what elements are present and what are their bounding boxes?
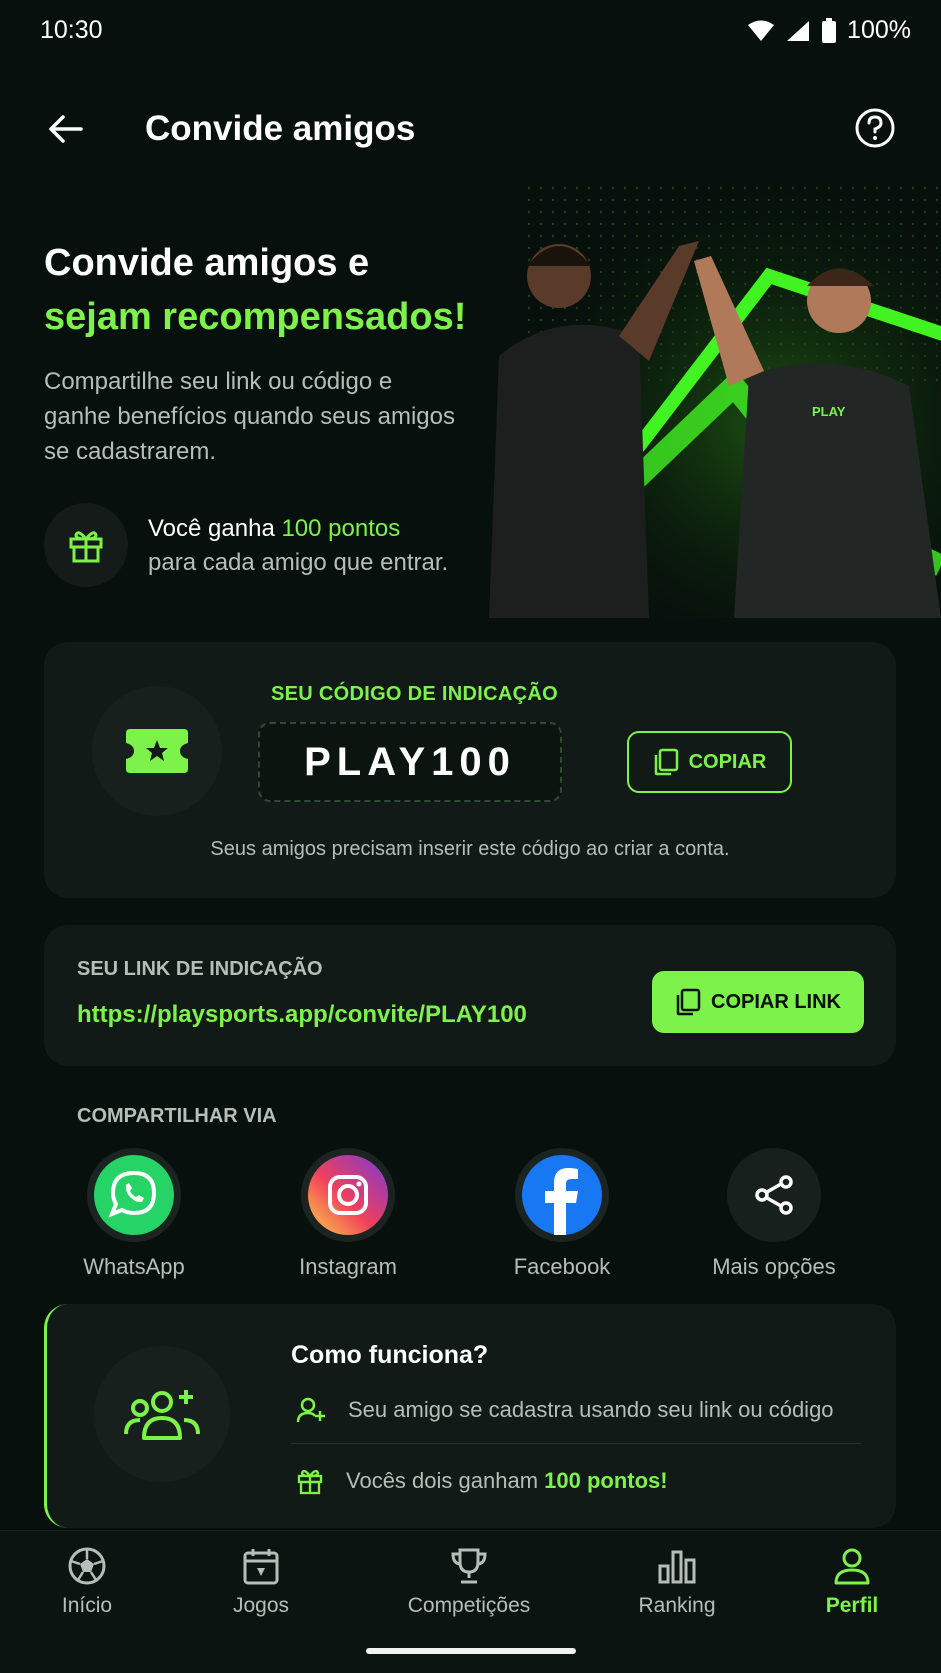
share-instagram[interactable]: Instagram [248,1148,448,1280]
hero-title-line2: sejam recompensados! [44,296,467,338]
ticket-icon-circle [92,686,222,816]
share-name: Instagram [299,1254,397,1279]
shirt-logo-text: PLAY [812,404,846,419]
copy-link-label: COPIAR LINK [711,990,841,1013]
hero-description: Compartilhe seu link ou código e ganhe b… [44,368,455,465]
how-step-2-points: 100 pontos! [544,1468,668,1493]
wifi-icon [748,20,775,41]
gift-icon [69,531,103,563]
how-title: Como funciona? [291,1341,489,1369]
nav-label: Ranking [638,1594,716,1617]
share-whatsapp[interactable]: WhatsApp [34,1148,234,1280]
signal-icon [787,20,810,41]
nav-label: Início [61,1594,113,1617]
referral-link[interactable]: https://playsports.app/convite/PLAY100 [77,1001,527,1029]
copy-code-label: COPIAR [688,750,767,773]
help-button[interactable] [853,106,897,150]
battery-icon [822,17,837,43]
status-indicators: 100% [747,16,911,45]
nav-item-ranking[interactable]: Ranking [631,1546,723,1618]
add-group-icon [124,1390,200,1440]
share-facebook[interactable]: Facebook [462,1148,662,1280]
how-step-2-prefix: Vocês dois ganham [346,1468,545,1493]
ticket-star-icon [126,729,188,773]
share-label: COMPARTILHAR VIA [77,1105,277,1127]
nav-item-inicio[interactable]: Início [47,1546,127,1618]
nav-label: Jogos [232,1594,290,1617]
arrow-left-icon [49,115,83,143]
code-label: SEU CÓDIGO DE INDICAÇÃO [271,683,558,705]
status-time: 10:30 [40,16,103,44]
link-label: SEU LINK DE INDICAÇÃO [77,958,323,980]
instagram-icon [308,1155,388,1235]
nav-label: Competições [407,1594,531,1617]
how-step-1: Seu amigo se cadastra usando seu link ou… [296,1396,834,1424]
whatsapp-icon [94,1155,174,1235]
copy-code-button[interactable]: COPIAR [627,731,792,793]
trophy-icon [451,1548,487,1584]
hero-title: Convide amigos e sejam recompensados! [44,236,466,344]
share-name: Mais opções [712,1254,836,1279]
user-plus-icon [296,1397,325,1423]
question-circle-icon [855,108,895,148]
reward-prefix: Você ganha [148,515,282,542]
user-icon [834,1548,870,1585]
share-name: WhatsApp [83,1254,185,1279]
soccer-ball-icon [68,1547,106,1585]
hero-title-line1: Convide amigos e [44,242,370,284]
divider [291,1443,861,1444]
nav-label: Perfil [825,1594,879,1617]
share-name: Facebook [513,1254,611,1279]
code-hint: Seus amigos precisam inserir este código… [210,838,730,860]
gift-icon [297,1469,323,1495]
home-indicator[interactable] [366,1648,576,1654]
hero-image: PLAY [479,186,941,618]
copy-link-button[interactable]: COPIAR LINK [652,971,864,1033]
share-icon [755,1175,793,1215]
share-more-options[interactable]: Mais opções [674,1148,874,1280]
reward-icon-circle [44,503,128,587]
reward-points: 100 pontos [281,515,401,542]
copy-icon [676,988,701,1016]
bar-chart-icon [658,1550,696,1584]
facebook-icon [522,1155,602,1235]
battery-percent: 100% [847,16,911,44]
reward-text: Você ganha 100 pontos para cada amigo qu… [148,512,448,580]
group-icon-circle [94,1346,230,1482]
back-button[interactable] [40,104,90,154]
reward-suffix: para cada amigo que entrar. [148,549,449,576]
how-step-2: Vocês dois ganham 100 pontos! [296,1467,668,1495]
calendar-icon [243,1549,279,1585]
referral-code[interactable]: PLAY100 [258,722,562,802]
page-title: Convide amigos [145,109,416,148]
nav-item-jogos[interactable]: Jogos [221,1546,301,1618]
nav-item-perfil[interactable]: Perfil [812,1546,892,1618]
how-step-1-text: Seu amigo se cadastra usando seu link ou… [348,1397,834,1422]
nav-item-competicoes[interactable]: Competições [404,1546,534,1618]
copy-icon [654,748,678,776]
